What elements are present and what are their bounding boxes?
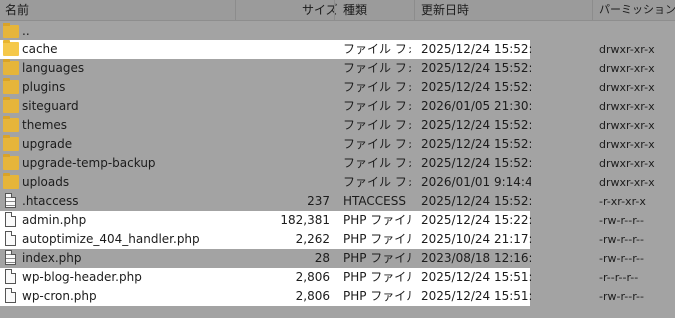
file-permission: drwxr-xr-x [599, 62, 655, 75]
file-row[interactable]: autoptimize_404_handler.php 2,262 PHP ファイル… [0, 230, 675, 249]
file-modified-date: 2025/12/24 15:51:39 [421, 289, 531, 303]
file-type: ファイル フォ... [343, 156, 411, 170]
file-row[interactable]: uploadsファイル フォ...2026/01/01 9:14:41drwxr… [0, 173, 675, 192]
folder-icon [3, 78, 19, 94]
header-permission[interactable]: パーミッション [599, 0, 675, 20]
file-type: HTACCESS ... [343, 194, 411, 208]
file-row[interactable]: languagesファイル フォ...2025/12/24 15:52:25dr… [0, 59, 675, 78]
file-type: PHP ファイル [343, 289, 411, 303]
file-row[interactable]: upgradeファイル フォ...2025/12/24 15:52:26drwx… [0, 135, 675, 154]
file-modified-date: 2026/01/05 21:30:53 [421, 99, 531, 113]
file-permission: -rw-r--r-- [599, 290, 644, 303]
file-icon [5, 269, 16, 284]
file-type: PHP ファイル [343, 232, 411, 246]
file-modified-date: 2025/12/24 15:22:30 [421, 213, 531, 227]
file-permission: -rw-r--r-- [599, 233, 644, 246]
file-size [260, 135, 330, 154]
folder-icon [3, 135, 19, 151]
file-permission: drwxr-xr-x [599, 157, 655, 170]
file-size [260, 78, 330, 97]
file-permission: drwxr-xr-x [599, 176, 655, 189]
column-divider[interactable] [592, 0, 593, 20]
file-size: 2,262 [295, 232, 330, 246]
file-size: 2,806 [295, 289, 330, 303]
file-modified-date: 2023/08/18 12:16:21 [421, 251, 531, 265]
file-size [260, 154, 330, 173]
file-row[interactable]: upgrade-temp-backupファイル フォ...2025/12/24 … [0, 154, 675, 173]
file-size [260, 173, 330, 192]
file-permission: drwxr-xr-x [599, 119, 655, 132]
file-type: ファイル フォ... [343, 137, 411, 151]
folder-icon [3, 59, 19, 75]
column-divider[interactable] [334, 0, 335, 20]
folder-icon [3, 97, 19, 113]
file-permission: -rw-r--r-- [599, 214, 644, 227]
file-type: PHP ファイル [343, 270, 411, 284]
file-modified-date: 2025/12/24 15:52:26 [421, 137, 531, 151]
file-icon [5, 288, 16, 303]
parent-directory-label: .. [22, 24, 30, 38]
header-name[interactable]: 名前 [5, 0, 29, 20]
file-size: 237 [307, 194, 330, 208]
file-size [260, 40, 330, 59]
file-size [260, 116, 330, 135]
column-divider[interactable] [414, 0, 415, 20]
file-size: 28 [314, 251, 330, 265]
file-permission: -rw-r--r-- [599, 252, 644, 265]
file-type: ファイル フォ... [343, 118, 411, 132]
file-row[interactable]: pluginsファイル フォ...2025/12/24 15:52:25drwx… [0, 78, 675, 97]
file-type: ファイル フォ... [343, 42, 411, 56]
file-icon [5, 231, 16, 246]
file-type: PHP ファイル [343, 213, 411, 227]
file-permission: drwxr-xr-x [599, 138, 655, 151]
file-modified-date: 2025/12/24 15:52:26 [421, 156, 531, 170]
file-modified-date: 2025/12/24 15:52:25 [421, 194, 531, 208]
file-permission: drwxr-xr-x [599, 100, 655, 113]
file-type: ファイル フォ... [343, 99, 411, 113]
file-size: 182,381 [280, 213, 330, 227]
file-type: ファイル フォ... [343, 80, 411, 94]
folder-icon [3, 40, 19, 56]
file-row[interactable]: index.php28PHP ファイル2023/08/18 12:16:21-r… [0, 249, 675, 268]
file-permission: -r--r--r-- [599, 271, 639, 284]
file-modified-date: 2025/12/24 15:52:25 [421, 80, 531, 94]
file-type: ファイル フォ... [343, 61, 411, 75]
file-modified-date: 2025/12/24 15:51:39 [421, 270, 531, 284]
parent-directory-row[interactable]: .. [0, 22, 675, 41]
file-size [260, 97, 330, 116]
file-row[interactable]: siteguardファイル フォ...2026/01/05 21:30:53dr… [0, 97, 675, 116]
file-row[interactable]: themesファイル フォ...2025/12/24 15:52:26drwxr… [0, 116, 675, 135]
file-size: 2,806 [295, 270, 330, 284]
folder-icon [3, 154, 19, 170]
file-row[interactable]: wp-cron.php 2,806 PHP ファイル 2025/12/24 15:51… [0, 287, 675, 306]
file-modified-date: 2026/01/01 9:14:41 [421, 175, 531, 189]
file-modified-date: 2025/12/24 15:52:26 [421, 118, 531, 132]
file-row[interactable]: .htaccess237HTACCESS ...2025/12/24 15:52… [0, 192, 675, 211]
file-modified-date: 2025/10/24 21:17:53 [421, 232, 531, 246]
file-type: ファイル フォ... [343, 175, 411, 189]
text-file-icon [5, 250, 16, 265]
file-row[interactable]: wp-blog-header.php 2,806 PHP ファイル 2025/12/2… [0, 268, 675, 287]
folder-icon [3, 173, 19, 189]
header-type[interactable]: 種類 [343, 0, 367, 20]
file-permission: drwxr-xr-x [599, 43, 655, 56]
file-modified-date: 2025/12/24 15:52:25 [421, 42, 531, 56]
column-divider[interactable] [235, 0, 236, 20]
file-modified-date: 2025/12/24 15:52:25 [421, 61, 531, 75]
file-row[interactable]: cacheファイル フォ...2025/12/24 15:52:25drwxr-… [0, 40, 675, 59]
file-permission: -r-xr-xr-x [599, 195, 646, 208]
column-header: 名前 サイズ 種類 更新日時 パーミッション [0, 0, 675, 21]
header-date[interactable]: 更新日時 [421, 0, 469, 20]
file-type: PHP ファイル [343, 251, 411, 265]
header-size[interactable]: サイズ [302, 0, 338, 20]
folder-icon [3, 116, 19, 132]
parent-folder-icon [3, 23, 19, 38]
file-permission: drwxr-xr-x [599, 81, 655, 94]
file-row[interactable]: admin.php 182,381 PHP ファイル 2025/12/24 15:22… [0, 211, 675, 230]
file-size [260, 59, 330, 78]
file-icon [5, 212, 16, 227]
text-file-icon [5, 193, 16, 208]
